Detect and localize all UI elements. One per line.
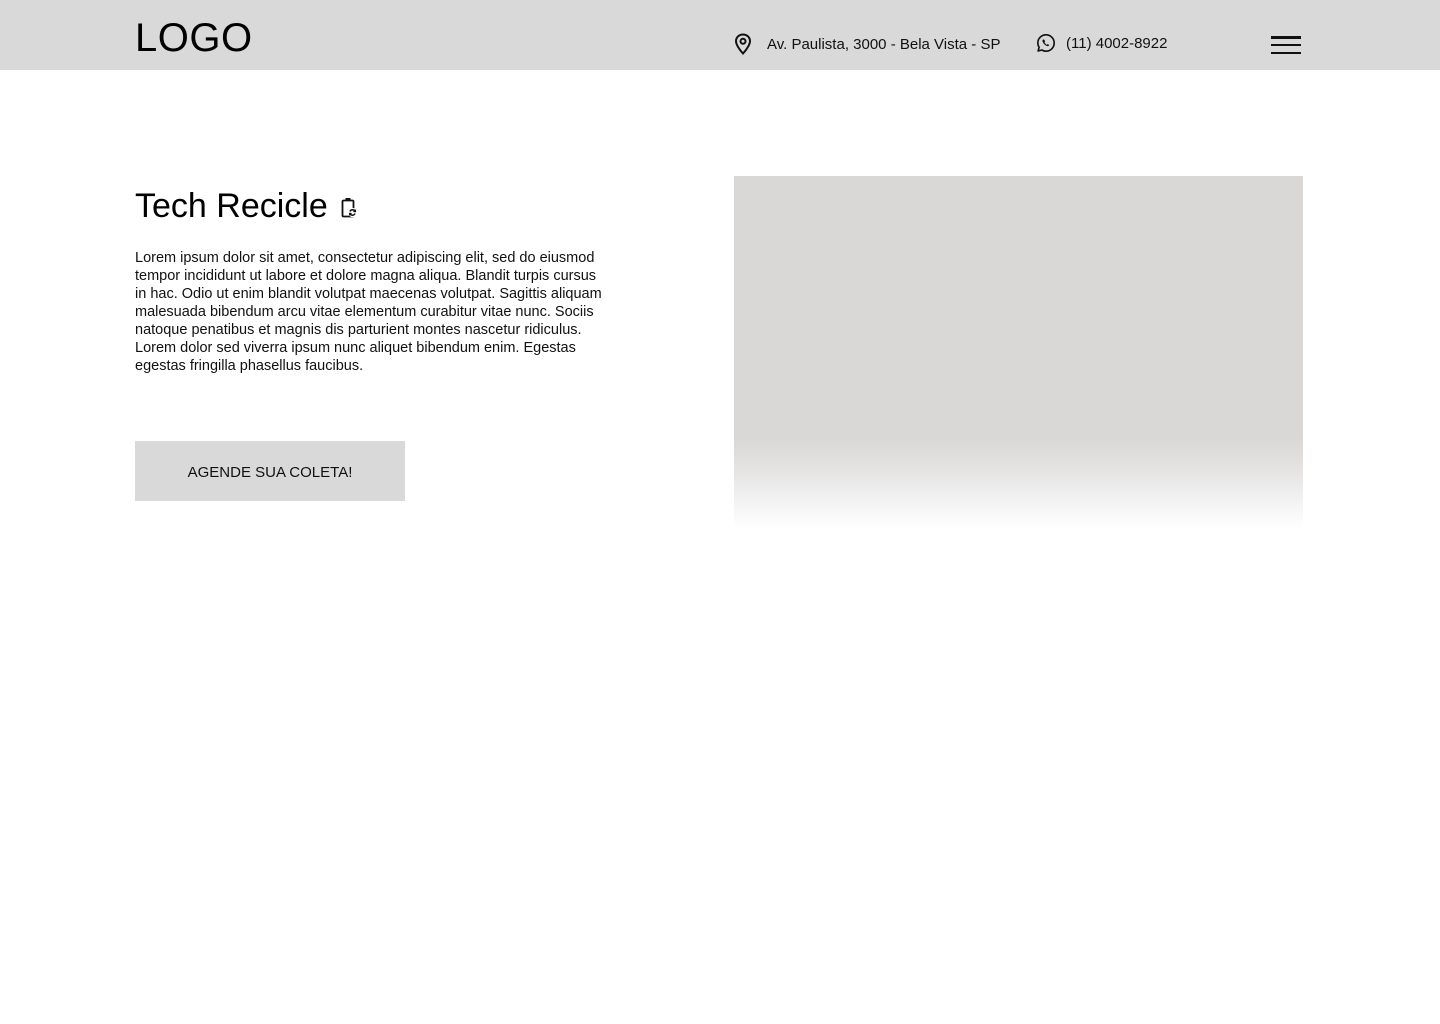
phone-contact[interactable]: (11) 4002-8922 bbox=[1036, 29, 1167, 57]
hero-description: Lorem ipsum dolor sit amet, consectetur … bbox=[135, 250, 602, 374]
logo[interactable]: LOGO bbox=[135, 14, 253, 62]
menu-bar bbox=[1271, 43, 1301, 47]
address-contact[interactable]: Av. Paulista, 3000 - Bela Vista - SP bbox=[733, 30, 1000, 58]
battery-recycle-icon bbox=[340, 197, 358, 219]
hero-title: Tech Recicle bbox=[135, 184, 358, 228]
hamburger-menu-icon[interactable] bbox=[1271, 34, 1303, 56]
menu-bar bbox=[1271, 51, 1301, 54]
hero-image-placeholder bbox=[734, 176, 1303, 530]
phone-text: (11) 4002-8922 bbox=[1066, 34, 1168, 52]
whatsapp-icon bbox=[1036, 32, 1056, 54]
address-text: Av. Paulista, 3000 - Bela Vista - SP bbox=[767, 35, 1001, 53]
schedule-pickup-button[interactable]: AGENDE SUA COLETA! bbox=[135, 441, 405, 501]
menu-bar bbox=[1271, 36, 1301, 39]
top-header: LOGO Av. Paulista, 3000 - Bela Vista - S… bbox=[0, 0, 1440, 70]
hero-title-text: Tech Recicle bbox=[135, 187, 328, 225]
location-pin-icon bbox=[733, 33, 753, 55]
